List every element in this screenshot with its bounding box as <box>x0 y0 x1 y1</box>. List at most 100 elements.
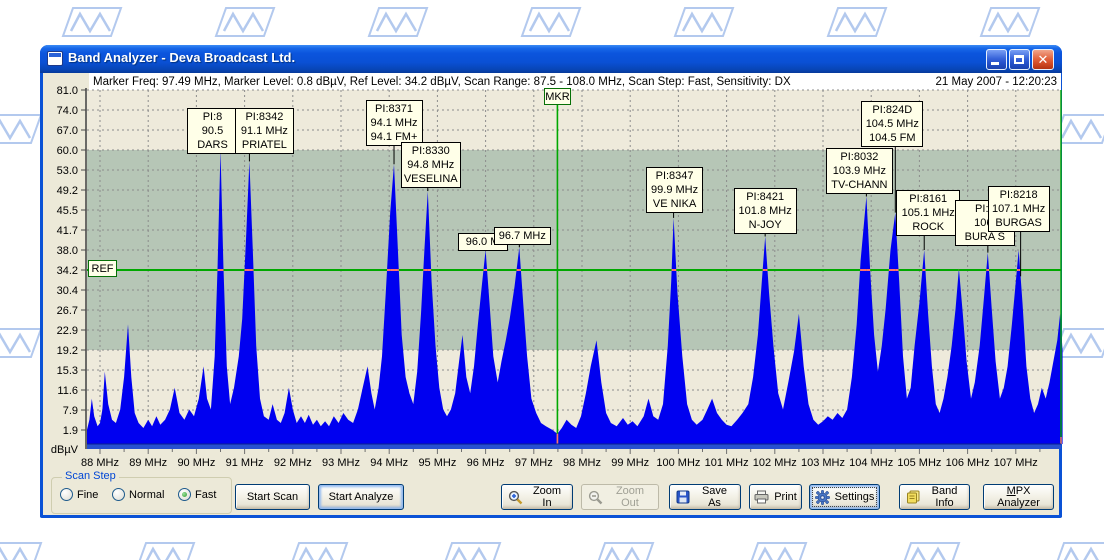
radio-label: Normal <box>129 489 164 501</box>
station-label-line: 104.5 MHz <box>863 117 921 131</box>
station-label-line: PI:8330 <box>403 144 459 158</box>
x-tick-label: 105 MHz <box>897 457 941 469</box>
marker-flag[interactable]: MKR <box>544 88 571 105</box>
band-analyzer-window: Band Analyzer - Deva Broadcast Ltd. ✕ Ma… <box>40 45 1062 518</box>
x-tick-label: 107 MHz <box>994 457 1038 469</box>
station-label-line: DARS <box>189 138 237 152</box>
x-tick-label: 89 MHz <box>129 457 167 469</box>
deva-logo-watermark <box>745 540 809 560</box>
x-tick-label: 88 MHz <box>81 457 119 469</box>
x-tick-label: 104 MHz <box>849 457 893 469</box>
station-label: PI:890.5DARS <box>187 108 239 154</box>
gear-icon <box>815 490 830 505</box>
station-label-line: BURGAS <box>990 216 1048 230</box>
station-label-line: VESELINA <box>403 172 459 186</box>
scan-step-radio-fine[interactable]: Fine <box>60 488 98 501</box>
zoom-in-label: Zoom In <box>528 485 566 509</box>
mpx-analyzer-label: MPX Analyzer <box>990 485 1047 509</box>
printer-icon <box>754 490 769 504</box>
station-label: PI:8032103.9 MHzTV-CHANN <box>826 148 893 194</box>
x-tick-label: 102 MHz <box>753 457 797 469</box>
y-tick-label: 7.9 <box>63 405 78 417</box>
scan-step-radio-fast[interactable]: Fast <box>178 488 216 501</box>
ref-level-flag[interactable]: REF <box>88 260 117 277</box>
deva-logo-watermark <box>672 5 736 39</box>
radio-icon <box>112 488 125 501</box>
scan-step-groupbox: Scan Step FineNormalFast <box>51 477 232 514</box>
title-bar[interactable]: Band Analyzer - Deva Broadcast Ltd. ✕ <box>40 45 1062 73</box>
y-tick-label: 53.0 <box>57 165 78 177</box>
station-label-line: 101.8 MHz <box>736 204 795 218</box>
station-label: PI:834799.9 MHzVE NIKA <box>646 167 703 213</box>
app-icon <box>47 51 63 66</box>
y-tick-label: 49.2 <box>57 185 78 197</box>
save-as-label: Save As <box>695 485 734 509</box>
zoom-in-button[interactable]: Zoom In <box>501 484 573 510</box>
y-tick-label: 45.5 <box>57 205 78 217</box>
station-label-line: PI:8421 <box>736 190 795 204</box>
y-tick-label: 60.0 <box>57 145 78 157</box>
band-info-icon <box>906 490 921 504</box>
mid-level-band <box>87 150 1061 350</box>
settings-label: Settings <box>835 491 875 503</box>
y-tick-label: 26.7 <box>57 305 78 317</box>
station-label-line: PRIATEL <box>237 138 292 152</box>
deva-logo-watermark <box>519 5 583 39</box>
zoom-out-button[interactable]: Zoom Out <box>581 484 659 510</box>
station-label: 96.7 MHz <box>494 227 551 245</box>
radio-label: Fast <box>195 489 216 501</box>
start-analyze-button[interactable]: Start Analyze <box>318 484 404 510</box>
station-label-line: PI:8371 <box>368 102 421 116</box>
x-tick-label: 92 MHz <box>274 457 312 469</box>
minimize-button[interactable] <box>986 49 1007 70</box>
radio-label: Fine <box>77 489 98 501</box>
y-tick-label: 38.0 <box>57 245 78 257</box>
band-info-button[interactable]: Band Info <box>899 484 970 510</box>
x-tick-label: 97 MHz <box>515 457 553 469</box>
print-button[interactable]: Print <box>749 484 802 510</box>
print-label: Print <box>774 491 797 503</box>
maximize-button[interactable] <box>1009 49 1030 70</box>
deva-logo-watermark <box>592 540 656 560</box>
status-datetime: 21 May 2007 - 12:20:23 <box>936 76 1057 88</box>
x-tick-label: 93 MHz <box>322 457 360 469</box>
station-label-line: 94.1 MHz <box>368 116 421 130</box>
deva-logo-watermark <box>898 540 962 560</box>
station-label: PI:8218107.1 MHzBURGAS <box>988 186 1050 232</box>
station-label: PI:8421101.8 MHzN-JOY <box>734 188 797 234</box>
station-label-line: 96.7 MHz <box>496 229 549 243</box>
station-label-line: BURA S <box>957 230 1013 244</box>
station-label: PI:824D104.5 MHz104.5 FM <box>861 101 923 147</box>
deva-logo-watermark <box>978 5 1042 39</box>
station-label-line: PI:8218 <box>990 188 1048 202</box>
settings-button[interactable]: Settings <box>809 484 880 510</box>
station-label-line: TV-CHANN <box>828 178 891 192</box>
save-icon <box>676 490 690 504</box>
deva-logo-watermark <box>1051 540 1104 560</box>
x-tick-label: 101 MHz <box>705 457 749 469</box>
station-label-line: 107.1 MHz <box>990 202 1048 216</box>
status-info: Marker Freq: 97.49 MHz, Marker Level: 0.… <box>93 76 791 88</box>
station-label-line: PI:8 <box>189 110 237 124</box>
deva-logo-watermark <box>0 326 44 360</box>
mpx-analyzer-button[interactable]: MPX Analyzer <box>983 484 1054 510</box>
deva-logo-watermark <box>286 540 350 560</box>
start-scan-button[interactable]: Start Scan <box>235 484 310 510</box>
station-label: PI:833094.8 MHzVESELINA <box>401 142 461 188</box>
y-tick-label: 11.6 <box>57 385 78 397</box>
window-title: Band Analyzer - Deva Broadcast Ltd. <box>68 50 295 65</box>
station-label-line: PI:8342 <box>237 110 292 124</box>
scan-step-radio-normal[interactable]: Normal <box>112 488 164 501</box>
y-tick-label: 22.9 <box>57 325 78 337</box>
y-axis-unit: dBµV <box>51 444 79 456</box>
deva-logo-watermark <box>366 5 430 39</box>
x-tick-label: 106 MHz <box>946 457 990 469</box>
x-axis-bar <box>87 444 1061 449</box>
save-as-button[interactable]: Save As <box>669 484 741 510</box>
y-tick-label: 81.0 <box>57 85 78 97</box>
deva-logo-watermark <box>60 5 124 39</box>
deva-logo-watermark <box>133 540 197 560</box>
close-button[interactable]: ✕ <box>1032 49 1054 70</box>
station-label: PI:834291.1 MHzPRIATEL <box>235 108 294 154</box>
y-tick-label: 19.2 <box>57 345 78 357</box>
